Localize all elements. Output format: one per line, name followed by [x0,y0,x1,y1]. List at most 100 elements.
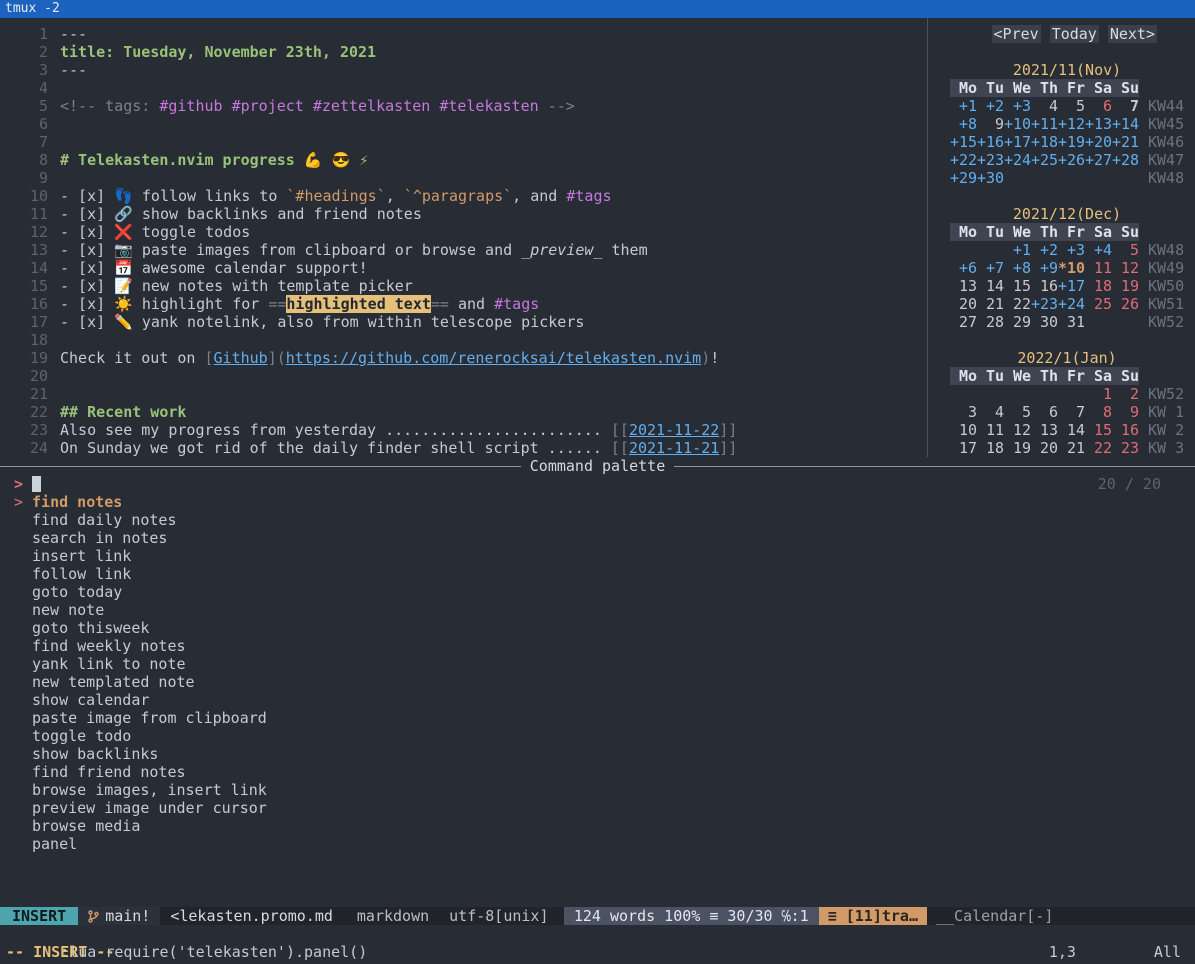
calendar-day[interactable]: 11 [977,421,1004,439]
editor-line[interactable]: 12- [x] ❌ toggle todos [0,223,927,241]
editor-line[interactable]: 21 [0,385,927,403]
calendar-day[interactable]: 2 [1112,385,1139,403]
calendar-day[interactable]: 20 [950,295,977,313]
editor-line[interactable]: 24On Sunday we got rid of the daily find… [0,439,927,457]
calendar-day[interactable]: 18 [1085,277,1112,295]
calendar-day[interactable]: +21 [1112,133,1139,151]
calendar-day[interactable]: 20 [1031,439,1058,457]
calendar-day[interactable]: +7 [977,259,1004,277]
calendar-day[interactable]: +11 [1031,115,1058,133]
palette-item[interactable]: insert link [0,547,1195,565]
calendar-day[interactable]: 9 [977,115,1004,133]
calendar-day[interactable]: 4 [1031,97,1058,115]
calendar-day[interactable]: 26 [1112,295,1139,313]
editor-line[interactable]: 3--- [0,61,927,79]
editor-line[interactable]: 20 [0,367,927,385]
editor-line[interactable]: 5<!-- tags: #github #project #zettelkast… [0,97,927,115]
palette-item[interactable]: browse media [0,817,1195,835]
calendar-day[interactable]: 5 [1058,97,1085,115]
palette-item[interactable]: toggle todo [0,727,1195,745]
calendar-day[interactable]: +20 [1085,133,1112,151]
calendar-day[interactable]: +26 [1058,151,1085,169]
calendar-day[interactable]: 22 [1085,439,1112,457]
calendar-day[interactable]: +17 [1004,133,1031,151]
calendar-day[interactable]: 11 [1085,259,1112,277]
calendar-day[interactable]: +23 [977,151,1004,169]
palette-item[interactable]: yank link to note [0,655,1195,673]
calendar-day[interactable]: 15 [1085,421,1112,439]
calendar-day[interactable]: 7 [1058,403,1085,421]
calendar-day[interactable]: 15 [1004,277,1031,295]
calendar-day[interactable]: 23 [1112,439,1139,457]
calendar-day[interactable]: +10 [1004,115,1031,133]
command-line[interactable]: :lua require('telekasten').panel() [0,925,1195,943]
calendar-day[interactable]: 25 [1085,295,1112,313]
palette-item-selected[interactable]: >find notes [0,493,1195,511]
palette-item[interactable]: browse images, insert link [0,781,1195,799]
editor-line[interactable]: 14- [x] 📅 awesome calendar support! [0,259,927,277]
editor-line[interactable]: 22## Recent work [0,403,927,421]
calendar-day[interactable]: +24 [1004,151,1031,169]
calendar-day[interactable]: +15 [950,133,977,151]
calendar-day[interactable]: +3 [1004,97,1031,115]
calendar-day[interactable]: 8 [1085,403,1112,421]
calendar-day[interactable]: +25 [1031,151,1058,169]
calendar-day[interactable]: 10 [950,421,977,439]
calendar-day[interactable]: +4 [1085,241,1112,259]
calendar-day[interactable]: +23 [1031,295,1058,313]
calendar-day[interactable]: 21 [977,295,1004,313]
calendar-day[interactable]: +16 [977,133,1004,151]
editor-line[interactable]: 2title: Tuesday, November 23th, 2021 [0,43,927,61]
calendar-day[interactable]: 31 [1058,313,1085,331]
editor-line[interactable]: 10- [x] 👣 follow links to `#headings`, `… [0,187,927,205]
calendar-day[interactable]: 19 [1004,439,1031,457]
calendar-day[interactable]: +22 [950,151,977,169]
editor-line[interactable]: 7 [0,133,927,151]
calendar-today-button[interactable]: Today [1050,25,1099,43]
editor-line[interactable]: 13- [x] 📷 paste images from clipboard or… [0,241,927,259]
calendar-day[interactable]: +18 [1031,133,1058,151]
calendar-day[interactable]: 12 [1112,259,1139,277]
calendar-day[interactable]: 3 [950,403,977,421]
palette-item[interactable]: find daily notes [0,511,1195,529]
calendar-day[interactable]: +30 [977,169,1004,187]
palette-item[interactable]: follow link [0,565,1195,583]
editor-line[interactable]: 19Check it out on [Github](https://githu… [0,349,927,367]
palette-item[interactable]: goto today [0,583,1195,601]
palette-item[interactable]: paste image from clipboard [0,709,1195,727]
palette-item[interactable]: new templated note [0,673,1195,691]
editor-line[interactable]: 23Also see my progress from yesterday ..… [0,421,927,439]
editor-line[interactable]: 18 [0,331,927,349]
editor-line[interactable]: 16- [x] ☀️ highlight for ==highlighted t… [0,295,927,313]
calendar-day[interactable]: 28 [977,313,1004,331]
calendar-day[interactable]: +3 [1058,241,1085,259]
palette-item[interactable]: show calendar [0,691,1195,709]
calendar-day[interactable]: +6 [950,259,977,277]
calendar-day[interactable]: 17 [950,439,977,457]
calendar-day[interactable]: *10 [1058,259,1085,277]
calendar-day[interactable]: 27 [950,313,977,331]
calendar-day[interactable]: 14 [977,277,1004,295]
calendar-day[interactable]: 9 [1112,403,1139,421]
editor-line[interactable]: 17- [x] ✏️ yank notelink, also from with… [0,313,927,331]
calendar-day[interactable]: 13 [1031,421,1058,439]
calendar-day[interactable]: 13 [950,277,977,295]
palette-item[interactable]: search in notes [0,529,1195,547]
calendar-day[interactable]: 30 [1031,313,1058,331]
palette-item[interactable]: show backlinks [0,745,1195,763]
calendar-day[interactable]: +1 [1004,241,1031,259]
editor-line[interactable]: 9 [0,169,927,187]
palette-item[interactable]: goto thisweek [0,619,1195,637]
calendar-day[interactable]: 16 [1112,421,1139,439]
editor-window[interactable]: 1---2title: Tuesday, November 23th, 2021… [0,18,927,457]
calendar-day[interactable]: 5 [1112,241,1139,259]
editor-line[interactable]: 1--- [0,25,927,43]
calendar-day[interactable]: 29 [1004,313,1031,331]
calendar-day[interactable]: 12 [1004,421,1031,439]
calendar-day[interactable]: 6 [1085,97,1112,115]
editor-line[interactable]: 15- [x] 📝 new notes with template picker [0,277,927,295]
editor-line[interactable]: 11- [x] 🔗 show backlinks and friend note… [0,205,927,223]
calendar-day[interactable]: 18 [977,439,1004,457]
calendar-day[interactable]: +12 [1058,115,1085,133]
calendar-day[interactable]: +2 [1031,241,1058,259]
